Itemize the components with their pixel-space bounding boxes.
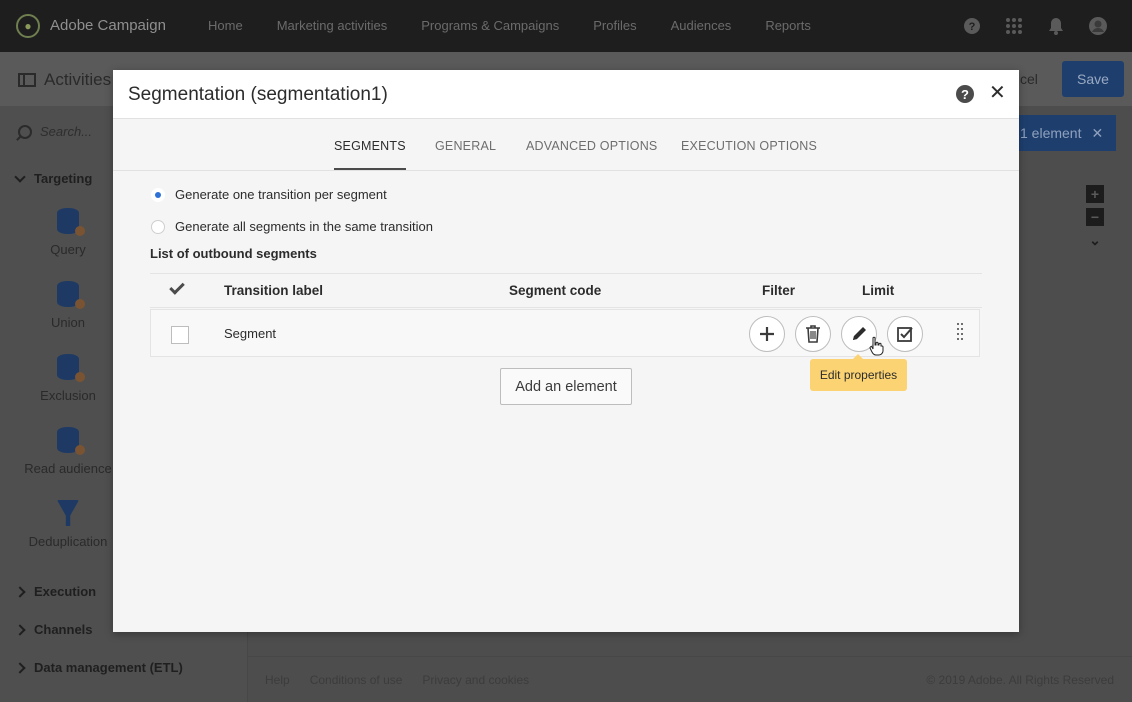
row-transition-label: Segment	[224, 326, 277, 341]
filter-chip-label: 1 element	[1020, 125, 1082, 141]
section-targeting-label: Targeting	[34, 171, 93, 186]
section-channels-label: Channels	[34, 622, 93, 637]
apps-grid-icon[interactable]	[1004, 16, 1024, 36]
table-row[interactable]: Segment	[150, 309, 980, 357]
tab-advanced-options[interactable]: ADVANCED OPTIONS	[526, 139, 657, 153]
read-audience-icon	[57, 427, 85, 455]
add-filter-button[interactable]	[749, 316, 785, 352]
column-limit: Limit	[862, 283, 895, 298]
union-icon	[57, 281, 85, 309]
plus-icon	[760, 327, 774, 341]
query-icon	[57, 208, 85, 236]
tab-execution-options[interactable]: EXECUTION OPTIONS	[681, 139, 817, 153]
hand-cursor-icon	[868, 336, 884, 361]
section-data-management[interactable]: Data management (ETL)	[14, 660, 183, 675]
drag-handle-icon[interactable]	[957, 323, 965, 343]
tool-deduplication-label: Deduplication	[28, 534, 108, 549]
tool-query-label: Query	[50, 242, 86, 257]
zoom-in-icon[interactable]: +	[1086, 185, 1104, 203]
add-element-button[interactable]: Add an element	[500, 368, 632, 405]
dialog-title: Segmentation (segmentation1)	[128, 84, 388, 105]
radio-same-transition-label: Generate all segments in the same transi…	[175, 219, 433, 234]
section-channels[interactable]: Channels	[14, 622, 93, 637]
panel-toggle-icon[interactable]	[18, 73, 36, 87]
avatar-icon[interactable]	[1088, 16, 1108, 36]
checkbox-edit-icon	[897, 327, 913, 342]
tool-exclusion-label: Exclusion	[40, 388, 96, 403]
chevron-right-icon	[14, 661, 26, 674]
search-icon	[18, 124, 32, 139]
adobe-campaign-logo-icon[interactable]: ●	[16, 14, 40, 38]
radio-button[interactable]	[151, 219, 165, 234]
section-data-management-label: Data management (ETL)	[34, 660, 183, 675]
pencil-icon	[853, 327, 866, 340]
outbound-segments-label: List of outbound segments	[150, 246, 317, 261]
cancel-button[interactable]: cel	[1020, 71, 1038, 87]
help-icon[interactable]: ?	[956, 85, 974, 103]
nav-reports[interactable]: Reports	[765, 18, 811, 33]
chevron-right-icon	[14, 585, 26, 598]
close-icon[interactable]: ✕	[989, 83, 1006, 103]
section-execution-label: Execution	[34, 584, 97, 599]
edit-limit-button[interactable]	[887, 316, 923, 352]
nav-home[interactable]: Home	[208, 18, 243, 33]
column-transition-label: Transition label	[224, 283, 324, 298]
chevron-down-icon[interactable]: ⌄	[1086, 231, 1104, 249]
zoom-controls: + − ⌄	[1086, 185, 1104, 254]
activities-title[interactable]: Activities	[18, 70, 111, 90]
activities-label: Activities	[44, 70, 112, 89]
help-icon[interactable]: ?	[962, 16, 982, 36]
tab-segments[interactable]: SEGMENTS	[334, 139, 406, 170]
radio-one-transition[interactable]: Generate one transition per segment	[151, 187, 387, 202]
nav-profiles[interactable]: Profiles	[593, 18, 636, 33]
svg-text:?: ?	[969, 21, 976, 33]
section-targeting[interactable]: Targeting	[14, 170, 93, 186]
table-header: Transition label Segment code Filter Lim…	[150, 273, 982, 308]
segments-table: Transition label Segment code Filter Lim…	[150, 273, 982, 357]
radio-one-transition-label: Generate one transition per segment	[175, 187, 387, 202]
tab-general[interactable]: GENERAL	[435, 139, 496, 153]
chevron-right-icon	[14, 623, 26, 636]
save-button[interactable]: Save	[1062, 61, 1124, 97]
top-icons: ?	[940, 16, 1108, 36]
sidebar-search[interactable]: Search...	[18, 124, 92, 139]
trash-icon	[806, 325, 820, 343]
edit-properties-tooltip: Edit properties	[810, 354, 907, 391]
selection-filter-chip[interactable]: 1 element ✕	[1010, 115, 1116, 151]
select-all-check-icon[interactable]	[169, 279, 185, 295]
delete-button[interactable]	[795, 316, 831, 352]
tool-union-label: Union	[51, 315, 85, 330]
dialog-header: Segmentation (segmentation1) ? ✕	[113, 70, 1019, 119]
zoom-out-icon[interactable]: −	[1086, 208, 1104, 226]
dialog-tabs: SEGMENTS GENERAL ADVANCED OPTIONS EXECUT…	[113, 120, 1019, 171]
row-checkbox[interactable]	[171, 326, 189, 344]
chevron-down-icon	[14, 170, 26, 183]
nav-programs-campaigns[interactable]: Programs & Campaigns	[421, 18, 559, 33]
app-name[interactable]: Adobe Campaign	[50, 17, 166, 34]
deduplication-icon	[57, 500, 79, 526]
footer-links: Help Conditions of use Privacy and cooki…	[265, 673, 549, 687]
footer-privacy-link[interactable]: Privacy and cookies	[422, 673, 529, 687]
footer-conditions-link[interactable]: Conditions of use	[310, 673, 403, 687]
copyright: © 2019 Adobe. All Rights Reserved	[926, 673, 1114, 687]
exclusion-icon	[57, 354, 85, 382]
footer-help-link[interactable]: Help	[265, 673, 290, 687]
bell-icon[interactable]	[1046, 16, 1066, 36]
close-icon[interactable]: ✕	[1091, 125, 1103, 142]
tool-read-audience-label: Read audience	[24, 461, 112, 476]
column-segment-code: Segment code	[509, 283, 602, 298]
footer-divider	[248, 656, 1132, 657]
main-nav: Home Marketing activities Programs & Cam…	[208, 18, 845, 33]
section-execution[interactable]: Execution	[14, 584, 97, 599]
radio-same-transition[interactable]: Generate all segments in the same transi…	[151, 219, 433, 234]
segmentation-dialog: Segmentation (segmentation1) ? ✕ SEGMENT…	[113, 70, 1019, 632]
column-filter: Filter	[762, 283, 796, 298]
nav-audiences[interactable]: Audiences	[671, 18, 732, 33]
nav-marketing-activities[interactable]: Marketing activities	[277, 18, 388, 33]
search-input[interactable]: Search...	[40, 124, 92, 139]
radio-button-selected[interactable]	[151, 187, 165, 202]
top-navigation-bar: ● Adobe Campaign Home Marketing activiti…	[0, 0, 1132, 52]
